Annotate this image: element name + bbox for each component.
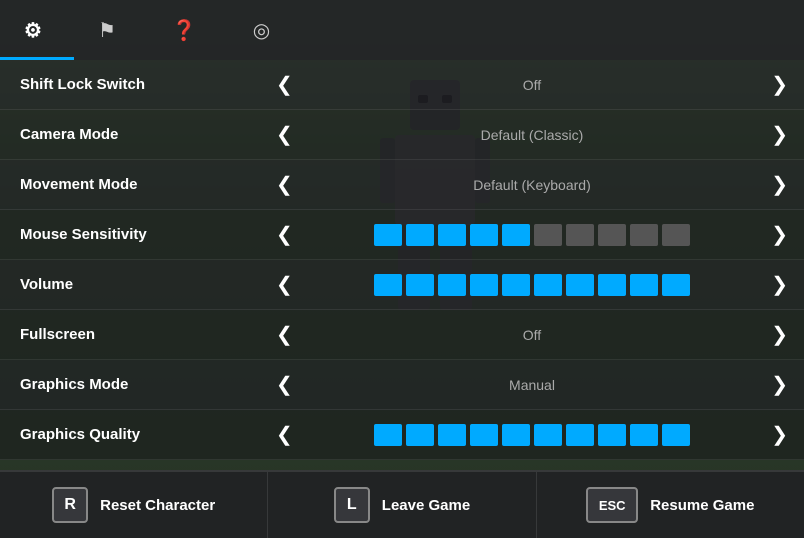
key-badge-reset: R: [52, 487, 88, 523]
slider-block-2: [438, 224, 466, 246]
arrow-right-shift-lock[interactable]: ❯: [765, 72, 794, 97]
setting-label-movement-mode: Movement Mode: [10, 176, 270, 193]
setting-control-shift-lock: ❮ Off ❯: [270, 72, 794, 97]
btn-label-reset: Reset Character: [100, 497, 215, 514]
arrow-right-fullscreen[interactable]: ❯: [765, 322, 794, 347]
setting-label-volume: Volume: [10, 276, 270, 293]
settings-icon: ⚙: [24, 18, 42, 43]
slider-volume[interactable]: [309, 274, 755, 296]
nav-help[interactable]: ❓: [148, 0, 229, 60]
setting-row-movement-mode: Movement Mode❮ Default (Keyboard) ❯: [0, 160, 804, 210]
slider-graphics-quality[interactable]: [309, 424, 755, 446]
slider-block-7: [598, 224, 626, 246]
record-icon: ◎: [253, 18, 270, 43]
nav-record[interactable]: ◎: [229, 0, 302, 60]
nav-report[interactable]: ⚑: [74, 0, 148, 60]
slider-block-8: [630, 224, 658, 246]
slider-block-2: [438, 424, 466, 446]
setting-label-mouse-sensitivity: Mouse Sensitivity: [10, 226, 270, 243]
bottom-bar: R Reset Character L Leave Game ESC Resume Gam…: [0, 470, 804, 538]
arrow-right-graphics-quality[interactable]: ❯: [765, 422, 794, 447]
setting-label-fullscreen: Fullscreen: [10, 326, 270, 343]
setting-value-graphics-mode: Manual: [309, 377, 755, 393]
arrow-left-camera-mode[interactable]: ❮: [270, 122, 299, 147]
arrow-right-graphics-mode[interactable]: ❯: [765, 372, 794, 397]
setting-row-graphics-quality: Graphics Quality❮❯: [0, 410, 804, 460]
slider-block-5: [534, 424, 562, 446]
slider-block-4: [502, 274, 530, 296]
setting-control-camera-mode: ❮ Default (Classic) ❯: [270, 122, 794, 147]
slider-block-8: [630, 424, 658, 446]
arrow-left-movement-mode[interactable]: ❮: [270, 172, 299, 197]
setting-value-movement-mode: Default (Keyboard): [309, 177, 755, 193]
slider-block-0: [374, 274, 402, 296]
arrow-left-mouse-sensitivity[interactable]: ❮: [270, 222, 299, 247]
slider-block-3: [470, 274, 498, 296]
key-badge-resume: ESC: [586, 487, 638, 523]
setting-label-graphics-quality: Graphics Quality: [10, 426, 270, 443]
btn-label-leave: Leave Game: [382, 497, 470, 514]
setting-value-shift-lock: Off: [309, 77, 755, 93]
slider-block-2: [438, 274, 466, 296]
slider-block-1: [406, 424, 434, 446]
slider-block-6: [566, 274, 594, 296]
arrow-left-volume[interactable]: ❮: [270, 272, 299, 297]
key-badge-leave: L: [334, 487, 370, 523]
setting-row-graphics-mode: Graphics Mode❮ Manual ❯: [0, 360, 804, 410]
slider-block-5: [534, 274, 562, 296]
bottom-btn-leave[interactable]: L Leave Game: [268, 472, 536, 538]
setting-label-graphics-mode: Graphics Mode: [10, 376, 270, 393]
arrow-right-camera-mode[interactable]: ❯: [765, 122, 794, 147]
slider-block-0: [374, 224, 402, 246]
setting-label-shift-lock: Shift Lock Switch: [10, 76, 270, 93]
report-icon: ⚑: [98, 18, 116, 43]
setting-value-camera-mode: Default (Classic): [309, 127, 755, 143]
slider-block-3: [470, 224, 498, 246]
setting-row-shift-lock: Shift Lock Switch❮ Off ❯: [0, 60, 804, 110]
help-icon: ❓: [172, 18, 197, 43]
slider-block-6: [566, 424, 594, 446]
setting-control-graphics-mode: ❮ Manual ❯: [270, 372, 794, 397]
arrow-left-shift-lock[interactable]: ❮: [270, 72, 299, 97]
settings-list: Shift Lock Switch❮Off❯Camera Mode❮Defaul…: [0, 60, 804, 470]
setting-control-fullscreen: ❮ Off ❯: [270, 322, 794, 347]
setting-row-camera-mode: Camera Mode❮ Default (Classic) ❯: [0, 110, 804, 160]
slider-block-6: [566, 224, 594, 246]
top-nav: ⚙ ⚑ ❓ ◎: [0, 0, 804, 60]
arrow-left-graphics-mode[interactable]: ❮: [270, 372, 299, 397]
slider-mouse-sensitivity[interactable]: [309, 224, 755, 246]
slider-block-8: [630, 274, 658, 296]
slider-block-0: [374, 424, 402, 446]
slider-block-1: [406, 224, 434, 246]
arrow-left-fullscreen[interactable]: ❮: [270, 322, 299, 347]
slider-block-4: [502, 224, 530, 246]
setting-value-fullscreen: Off: [309, 327, 755, 343]
arrow-left-graphics-quality[interactable]: ❮: [270, 422, 299, 447]
slider-block-7: [598, 274, 626, 296]
setting-label-camera-mode: Camera Mode: [10, 126, 270, 143]
main-panel: ⚙ ⚑ ❓ ◎ Shift Lock Switch❮Off❯Camera Mod…: [0, 0, 804, 538]
slider-block-9: [662, 424, 690, 446]
slider-block-4: [502, 424, 530, 446]
bottom-btn-reset[interactable]: R Reset Character: [0, 472, 268, 538]
slider-block-5: [534, 224, 562, 246]
arrow-right-mouse-sensitivity[interactable]: ❯: [765, 222, 794, 247]
slider-block-1: [406, 274, 434, 296]
arrow-right-volume[interactable]: ❯: [765, 272, 794, 297]
btn-label-resume: Resume Game: [650, 497, 754, 514]
slider-block-9: [662, 274, 690, 296]
setting-control-mouse-sensitivity: ❮❯: [270, 222, 794, 247]
bottom-btn-resume[interactable]: ESC Resume Game: [537, 472, 804, 538]
slider-block-7: [598, 424, 626, 446]
slider-block-9: [662, 224, 690, 246]
arrow-right-movement-mode[interactable]: ❯: [765, 172, 794, 197]
slider-block-3: [470, 424, 498, 446]
nav-settings[interactable]: ⚙: [0, 0, 74, 60]
setting-control-graphics-quality: ❮❯: [270, 422, 794, 447]
setting-row-mouse-sensitivity: Mouse Sensitivity❮❯: [0, 210, 804, 260]
setting-row-fullscreen: Fullscreen❮ Off ❯: [0, 310, 804, 360]
setting-control-volume: ❮❯: [270, 272, 794, 297]
setting-row-volume: Volume❮❯: [0, 260, 804, 310]
setting-control-movement-mode: ❮ Default (Keyboard) ❯: [270, 172, 794, 197]
